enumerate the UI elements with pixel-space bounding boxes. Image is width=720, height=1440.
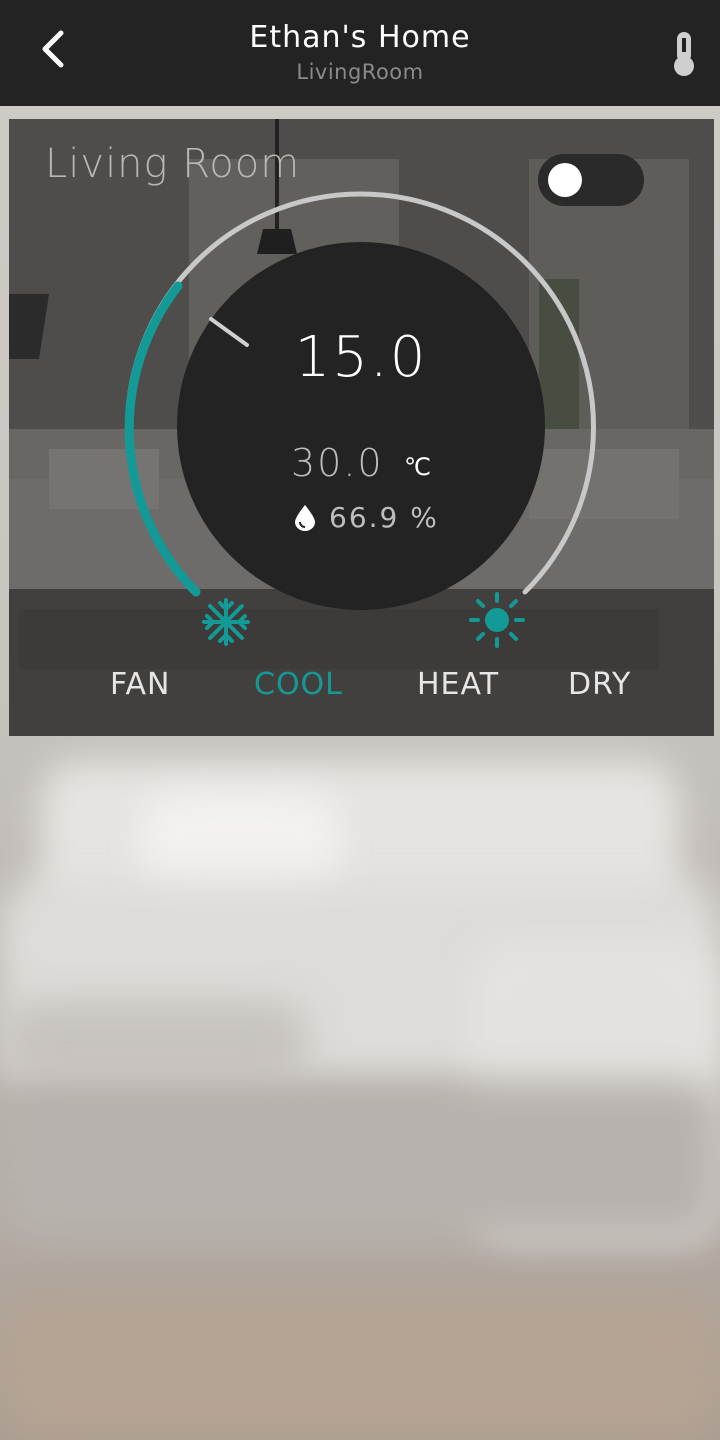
mode-dry[interactable]: DRY [568,667,631,702]
page-title: Ethan's Home [249,20,471,55]
page-subtitle: LivingRoom [296,60,424,84]
mode-fan[interactable]: FAN [110,667,170,702]
setpoint-temperature: 15.0 [294,325,428,390]
mode-cool[interactable]: COOL [254,667,343,702]
top-bar: Ethan's Home LivingRoom [0,0,720,106]
mode-heat[interactable]: HEAT [417,667,499,702]
snowflake-icon[interactable] [201,597,251,647]
dial-center [177,242,545,610]
current-temperature: 30.0 [291,441,384,485]
thermometer-icon[interactable] [668,30,700,78]
temperature-dial [124,191,596,610]
mode-selector: FAN COOL HEAT DRY [9,667,714,707]
temperature-unit: ℃ [404,453,431,481]
humidity-value: 66.9 % [329,501,439,534]
humidity-icon [295,505,315,531]
thermostat-card: Living Room 15.0 30.0 ℃ 66.9 % FAN COOL … [9,119,714,736]
sun-icon[interactable] [469,592,525,648]
